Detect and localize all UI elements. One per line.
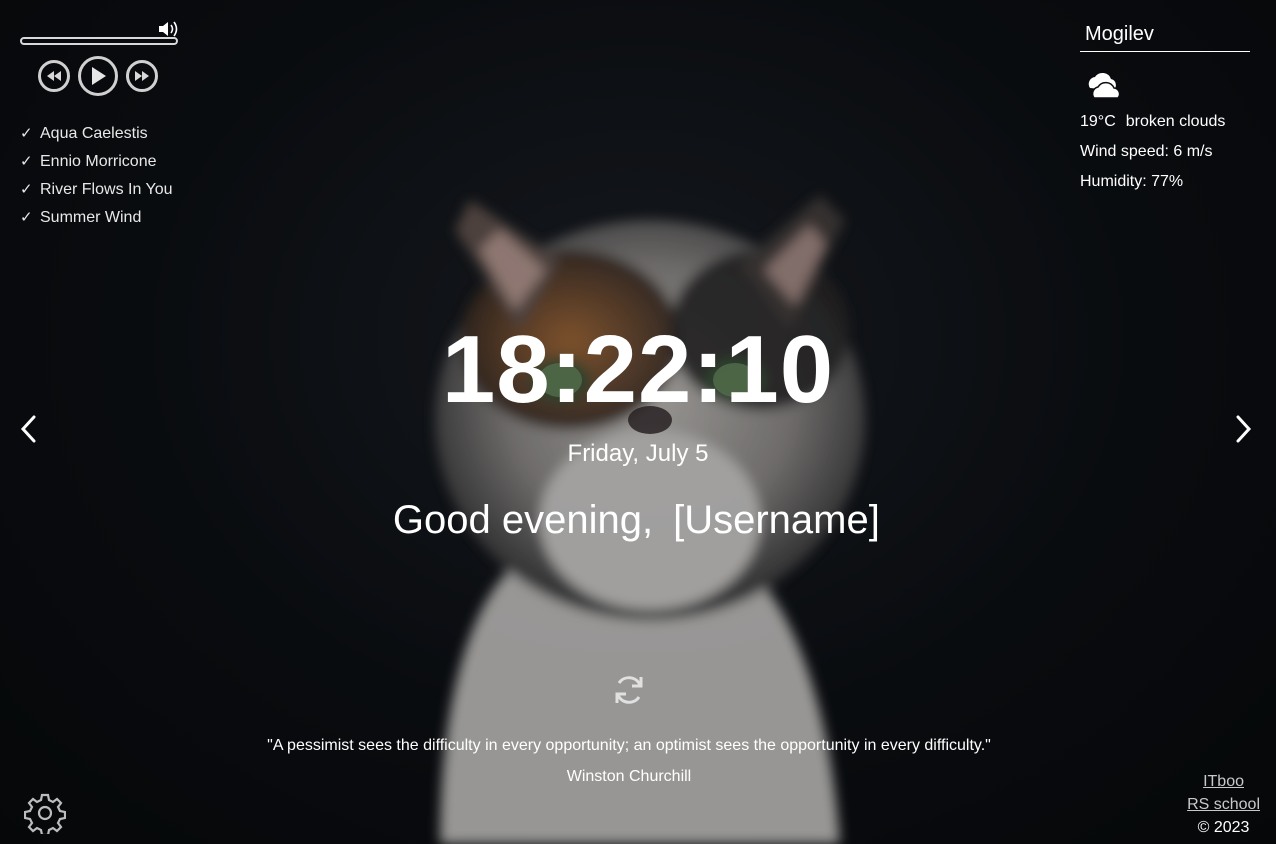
clock-time: 18:22:10 bbox=[441, 316, 835, 423]
clock-date: Friday, July 5 bbox=[567, 440, 709, 467]
track-title: River Flows In You bbox=[40, 181, 173, 198]
playlist-item[interactable]: ✓ Aqua Caelestis bbox=[20, 120, 173, 148]
check-icon: ✓ bbox=[20, 209, 33, 226]
rewind-icon bbox=[47, 71, 61, 81]
footer: ITboo RS school © 2023 bbox=[1187, 770, 1260, 839]
fast-forward-icon bbox=[135, 71, 149, 81]
volume-icon[interactable] bbox=[157, 20, 179, 38]
gear-icon[interactable] bbox=[24, 792, 66, 834]
quote-text: "A pessimist sees the difficulty in ever… bbox=[267, 737, 991, 754]
play-icon bbox=[92, 67, 106, 85]
copyright: © 2023 bbox=[1197, 819, 1250, 836]
weather-description: broken clouds bbox=[1125, 113, 1226, 130]
playlist-item[interactable]: ✓ Ennio Morricone bbox=[20, 148, 173, 176]
check-icon: ✓ bbox=[20, 153, 33, 170]
playlist-item[interactable]: ✓ River Flows In You bbox=[20, 176, 173, 204]
volume-slider[interactable] bbox=[20, 37, 178, 45]
check-icon: ✓ bbox=[20, 125, 33, 142]
rs-school-link[interactable]: RS school bbox=[1187, 793, 1260, 816]
wind-speed: Wind speed: 6 m/s bbox=[1080, 143, 1213, 160]
track-title: Ennio Morricone bbox=[40, 153, 157, 170]
refresh-quote-icon[interactable] bbox=[611, 672, 647, 708]
quote-author: Winston Churchill bbox=[566, 768, 692, 785]
greeting-text: Good evening, bbox=[392, 498, 654, 542]
check-icon: ✓ bbox=[20, 181, 33, 198]
prev-track-button[interactable] bbox=[38, 60, 70, 92]
playlist-item[interactable]: ✓ Summer Wind bbox=[20, 204, 173, 232]
weather-temp-row: 19°C broken clouds bbox=[1080, 107, 1250, 137]
track-title: Summer Wind bbox=[40, 209, 142, 226]
greeting-container: Good evening, bbox=[0, 498, 1276, 543]
temperature: 19°C bbox=[1080, 113, 1116, 130]
player-controls bbox=[38, 56, 158, 96]
next-track-button[interactable] bbox=[126, 60, 158, 92]
city-input[interactable]: Mogilev bbox=[1080, 20, 1250, 52]
playlist: ✓ Aqua Caelestis ✓ Ennio Morricone ✓ River … bbox=[20, 120, 173, 232]
play-button[interactable] bbox=[78, 56, 118, 96]
track-title: Aqua Caelestis bbox=[40, 125, 148, 142]
name-input[interactable] bbox=[673, 498, 884, 543]
github-link[interactable]: ITboo bbox=[1187, 770, 1260, 793]
humidity: Humidity: 77% bbox=[1080, 173, 1184, 190]
weather-widget: Mogilev 19°C broken clouds Wind speed: 6 … bbox=[1080, 20, 1250, 197]
broken-clouds-icon bbox=[1088, 72, 1121, 99]
